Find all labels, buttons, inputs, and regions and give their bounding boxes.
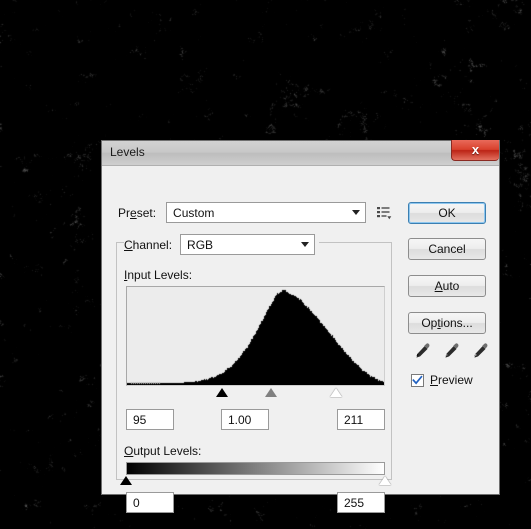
input-gamma-slider[interactable] bbox=[265, 388, 278, 397]
channel-label-rest: hannel: bbox=[132, 237, 173, 252]
input-white-point-field[interactable]: 211 bbox=[337, 409, 385, 430]
dialog-titlebar[interactable]: Levels x bbox=[102, 140, 499, 166]
preview-checkbox-row[interactable]: Preview bbox=[411, 373, 473, 387]
channel-row: Channel: RGB bbox=[124, 234, 320, 255]
options-button-pre: Op bbox=[421, 316, 438, 330]
output-levels-label-rest: utput Levels: bbox=[133, 444, 202, 458]
output-white-point-field[interactable]: 255 bbox=[337, 492, 385, 513]
output-levels-label-accel: O bbox=[124, 444, 134, 458]
input-white-point-slider[interactable] bbox=[329, 388, 342, 397]
levels-dialog: Levels x Preset: Custom Channel: RGB Inp… bbox=[101, 140, 500, 513]
output-levels-gradient-bar bbox=[126, 462, 385, 475]
preview-label-rest: review bbox=[438, 373, 473, 387]
chevron-down-icon bbox=[296, 242, 314, 247]
close-button[interactable]: x bbox=[451, 140, 499, 161]
preset-value: Custom bbox=[173, 205, 215, 220]
preset-row: Preset: Custom bbox=[118, 202, 393, 223]
preset-label-rest: set: bbox=[136, 205, 157, 220]
preset-label-p: Pr bbox=[118, 205, 130, 220]
chevron-down-icon bbox=[347, 210, 365, 215]
preset-label: Preset: bbox=[118, 206, 156, 220]
options-button[interactable]: Op t ions... bbox=[408, 312, 486, 334]
input-black-point-slider[interactable] bbox=[215, 388, 228, 397]
channel-label-accel: C bbox=[124, 237, 133, 252]
preset-label-accel: e bbox=[130, 205, 137, 220]
ok-button[interactable]: OK bbox=[408, 202, 486, 224]
dialog-title: Levels bbox=[110, 145, 145, 159]
channel-dropdown[interactable]: RGB bbox=[180, 234, 316, 255]
preview-label-accel: P bbox=[430, 373, 439, 387]
input-levels-slider-track[interactable] bbox=[126, 387, 385, 401]
eyedropper-tools bbox=[412, 336, 492, 366]
preset-dropdown[interactable]: Custom bbox=[166, 202, 367, 223]
input-levels-label: Input Levels: bbox=[124, 268, 192, 282]
channel-label: Channel: bbox=[124, 238, 172, 252]
set-gray-point-eyedropper[interactable] bbox=[441, 340, 461, 362]
output-levels-label: Output Levels: bbox=[124, 444, 201, 458]
close-icon: x bbox=[471, 142, 480, 157]
dialog-body: Preset: Custom Channel: RGB Input Levels… bbox=[102, 166, 499, 513]
auto-button-accel: A bbox=[434, 279, 443, 293]
checkmark-icon bbox=[412, 375, 423, 385]
options-button-rest: ions... bbox=[440, 316, 473, 330]
preset-options-menu-icon[interactable] bbox=[375, 204, 393, 222]
output-black-point-slider[interactable] bbox=[120, 476, 132, 485]
input-levels-label-rest: nput Levels: bbox=[127, 268, 193, 282]
input-gamma-field[interactable]: 1.00 bbox=[221, 409, 269, 430]
channel-value: RGB bbox=[187, 237, 214, 252]
cancel-button[interactable]: Cancel bbox=[408, 238, 486, 260]
auto-button-rest: uto bbox=[442, 279, 460, 293]
set-black-point-eyedropper[interactable] bbox=[412, 340, 432, 362]
histogram-display bbox=[126, 286, 385, 386]
input-black-point-field[interactable]: 95 bbox=[126, 409, 174, 430]
output-white-point-slider[interactable] bbox=[379, 476, 391, 485]
histogram-canvas bbox=[127, 287, 384, 385]
output-black-point-field[interactable]: 0 bbox=[126, 492, 174, 513]
set-white-point-eyedropper[interactable] bbox=[470, 340, 490, 362]
screen: Levels x Preset: Custom Channel: RGB Inp… bbox=[0, 0, 531, 529]
output-levels-slider-track[interactable] bbox=[120, 475, 391, 487]
preview-label: Preview bbox=[430, 373, 473, 387]
auto-button[interactable]: Auto bbox=[408, 275, 486, 297]
preview-checkbox[interactable] bbox=[411, 373, 424, 387]
